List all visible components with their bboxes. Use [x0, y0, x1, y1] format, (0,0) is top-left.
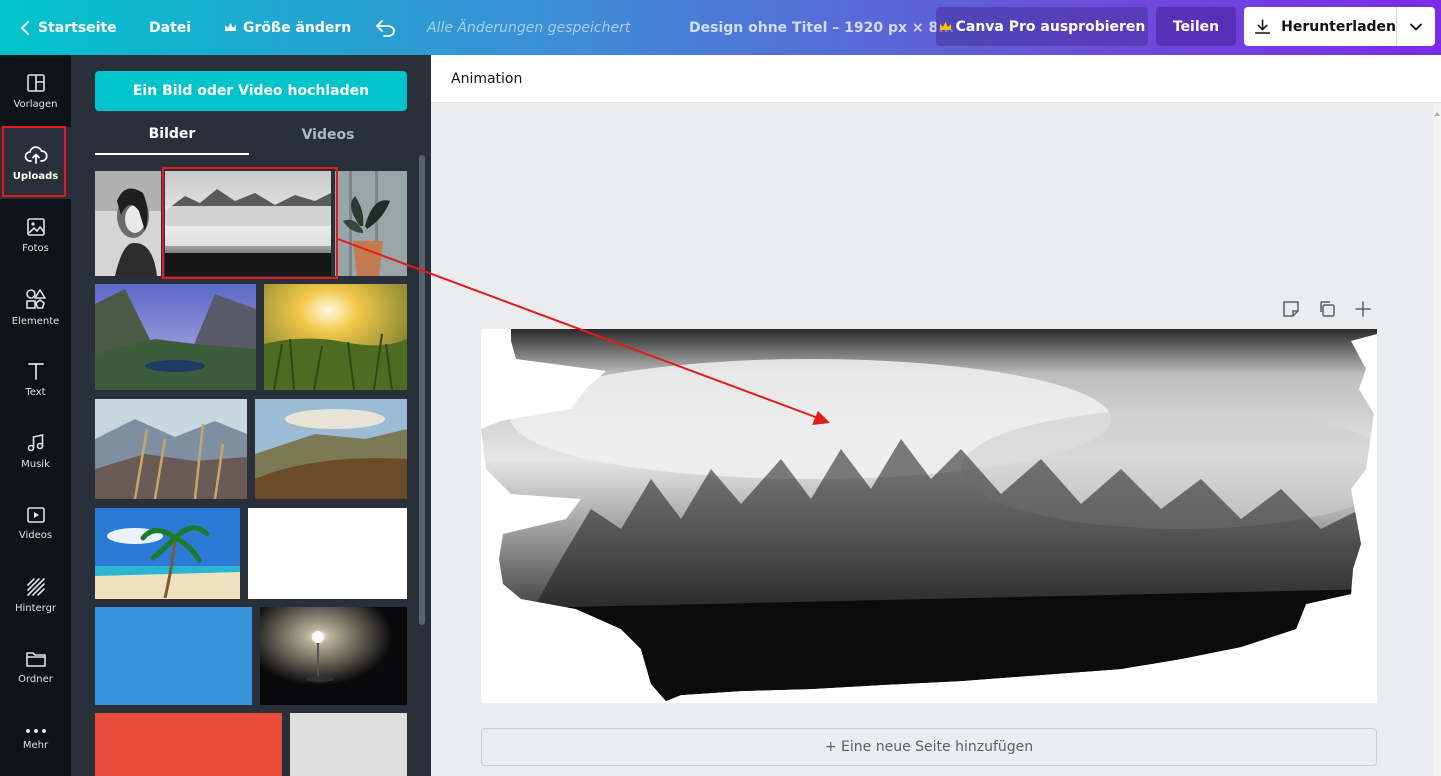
palm-beach-image	[95, 508, 240, 599]
rail-item-background[interactable]: Hintergr	[0, 559, 71, 631]
duplicate-icon	[1320, 301, 1335, 317]
download-icon	[1254, 18, 1271, 34]
upload-thumbnail-blank-white[interactable]	[248, 508, 407, 599]
tab-images[interactable]: Bilder	[95, 115, 249, 155]
rail-label: Elemente	[11, 315, 60, 327]
workspace-scrollbar[interactable]	[1433, 103, 1441, 776]
resize-button[interactable]: Größe ändern	[224, 0, 351, 55]
upload-thumbnail-foggy-mountains[interactable]	[165, 171, 331, 276]
plant-image	[335, 171, 407, 276]
rail-item-uploads[interactable]: Uploads	[0, 127, 71, 199]
try-pro-button[interactable]: Canva Pro ausprobieren	[936, 7, 1148, 46]
templates-icon	[26, 73, 45, 92]
music-icon	[27, 433, 43, 451]
editor-toolbar: Animation	[431, 55, 1441, 103]
design-canvas[interactable]	[481, 329, 1377, 703]
rail-item-elements[interactable]: Elemente	[0, 271, 71, 343]
elements-icon	[25, 288, 46, 309]
file-menu[interactable]: Datei	[149, 0, 191, 55]
upload-thumbnail-palm-beach[interactable]	[95, 508, 240, 599]
upload-thumbnail-sunny-grass[interactable]	[264, 284, 407, 390]
plus-icon	[1355, 301, 1371, 317]
upload-thumbnail-portrait[interactable]	[95, 171, 161, 276]
sunny-grass-image	[264, 284, 407, 390]
scroll-up-icon	[1434, 112, 1440, 116]
rail-item-videos[interactable]: Videos	[0, 487, 71, 559]
top-bar: Startseite Datei Größe ändern Alle Änder…	[0, 0, 1441, 55]
brush-stroke-fog-image[interactable]	[481, 329, 1377, 703]
file-label: Datei	[149, 19, 192, 36]
upload-thumbnail-green-hills[interactable]	[255, 399, 407, 499]
upload-thumbnail-mountain-lake[interactable]	[95, 284, 256, 390]
duplicate-page-button[interactable]	[1318, 300, 1336, 318]
home-label: Startseite	[38, 19, 117, 36]
upload-thumbnail-red[interactable]	[95, 713, 282, 776]
upload-thumbnail-plant[interactable]	[335, 171, 407, 276]
rail-label: Ordner	[18, 673, 53, 685]
crown-icon	[225, 23, 236, 31]
tab-videos[interactable]: Videos	[251, 115, 405, 155]
upload-media-button[interactable]: Ein Bild oder Video hochladen	[95, 71, 407, 111]
panel-scrollbar[interactable]	[419, 155, 425, 625]
rail-item-folders[interactable]: Ordner	[0, 631, 71, 703]
download-main[interactable]: Herunterladen	[1244, 7, 1396, 46]
rail-label: Uploads	[12, 170, 59, 182]
more-icon	[25, 728, 46, 733]
lightbulb-image	[260, 607, 407, 705]
text-icon	[27, 362, 44, 380]
rail-label: Hintergr	[14, 602, 57, 614]
add-page-icon-button[interactable]	[1354, 300, 1372, 318]
upload-thumbnail-lightbulb[interactable]	[260, 607, 407, 705]
cloud-upload-icon	[24, 145, 48, 164]
undo-icon	[376, 19, 395, 37]
background-icon	[26, 577, 45, 596]
share-label: Teilen	[1172, 18, 1220, 35]
add-new-page-button[interactable]: + Eine neue Seite hinzufügen	[481, 728, 1377, 766]
left-rail: Vorlagen Uploads Fotos Elemente Text Mus…	[0, 55, 71, 776]
rail-label: Text	[25, 386, 46, 398]
foggy-mountains-image	[165, 171, 331, 276]
undo-button[interactable]	[375, 0, 405, 55]
rail-item-photos[interactable]: Fotos	[0, 199, 71, 271]
try-pro-label: Canva Pro ausprobieren	[955, 18, 1146, 35]
design-title[interactable]: Design ohne Titel – 1920 px × 8...	[689, 0, 954, 55]
save-status: Alle Änderungen gespeichert	[427, 19, 631, 36]
page-tools	[1282, 300, 1372, 318]
mountain-lake-image	[95, 284, 256, 390]
rail-label: Fotos	[22, 242, 49, 254]
resize-label: Größe ändern	[243, 19, 352, 36]
rail-label: Musik	[21, 458, 50, 470]
upload-thumbnail-light-gray[interactable]	[290, 713, 407, 776]
download-options-button[interactable]	[1396, 7, 1435, 46]
page-note-button[interactable]	[1282, 300, 1300, 318]
download-button[interactable]: Herunterladen	[1244, 7, 1435, 46]
share-button[interactable]: Teilen	[1156, 7, 1236, 46]
rail-item-templates[interactable]: Vorlagen	[0, 55, 71, 127]
video-icon	[26, 506, 45, 523]
rail-item-text[interactable]: Text	[0, 343, 71, 415]
upload-thumbnail-blue[interactable]	[95, 607, 252, 705]
note-icon	[1283, 301, 1299, 317]
rail-item-music[interactable]: Musik	[0, 415, 71, 487]
rail-label: Videos	[18, 529, 53, 541]
crown-icon	[939, 22, 951, 30]
green-hills-image	[255, 399, 407, 499]
home-button[interactable]: Startseite	[20, 0, 117, 55]
animation-button[interactable]: Animation	[451, 55, 522, 103]
wheat-valley-image	[95, 399, 247, 499]
uploads-panel: Ein Bild oder Video hochladen Bilder Vid…	[71, 55, 431, 776]
upload-thumbnail-wheat-valley[interactable]	[95, 399, 247, 499]
download-label: Herunterladen	[1281, 18, 1396, 35]
portrait-image	[95, 171, 161, 276]
rail-item-more[interactable]: Mehr	[0, 703, 71, 775]
rail-label: Vorlagen	[13, 98, 58, 110]
chevron-down-icon	[1410, 23, 1422, 31]
photo-icon	[26, 217, 45, 236]
chevron-left-icon	[20, 20, 29, 35]
rail-label: Mehr	[22, 739, 49, 751]
folder-icon	[25, 651, 46, 667]
